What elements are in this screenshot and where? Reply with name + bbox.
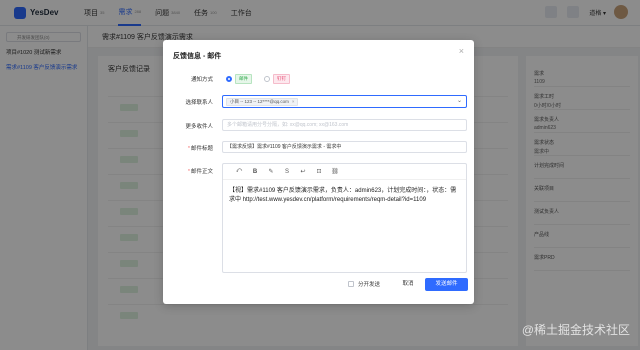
email-feedback-dialog: 反馈信息 - 邮件 × 通知方式 邮件 钉钉 选择联系人 小目 -- 123 -…: [163, 40, 474, 304]
chevron-down-icon[interactable]: ⌄: [457, 97, 462, 104]
radio-dingtalk[interactable]: [264, 76, 270, 82]
email-tag: 邮件: [235, 74, 252, 84]
send-email-button[interactable]: 发送邮件: [425, 278, 468, 291]
cc-label: 更多收件人: [185, 124, 213, 130]
link-icon[interactable]: ⛓: [327, 168, 343, 175]
notify-label: 通知方式: [190, 77, 213, 83]
editor-content[interactable]: 【视】需求#1109 客户反馈演示需求，负责人：admin623，计划完成时间：…: [223, 180, 466, 205]
editor-toolbar: ⤺ B ✎ S ↩ ⊡ ⛓: [223, 164, 466, 180]
contact-chip: 小目 -- 123 -- 12****@qq.com ×: [226, 98, 299, 106]
dialog-title: 反馈信息 - 邮件: [173, 53, 222, 60]
image-icon[interactable]: ⊡: [311, 168, 327, 175]
watermark: @稀土掘金技术社区: [521, 323, 630, 337]
subject-input[interactable]: 【需求反馈】需求#1109 客户反馈演示需求 - 需求中: [222, 141, 467, 153]
undo-icon[interactable]: ⤺: [231, 168, 247, 175]
subject-label: *邮件标题: [187, 146, 213, 152]
contact-select[interactable]: 小目 -- 123 -- 12****@qq.com × ⌄: [222, 95, 467, 108]
brush-icon[interactable]: ✎: [263, 168, 279, 175]
checkbox-icon[interactable]: [348, 281, 354, 287]
contact-label: 选择联系人: [185, 100, 213, 106]
notify-radio-group: 邮件 钉钉: [226, 74, 302, 84]
bold-icon[interactable]: B: [247, 169, 263, 175]
remove-chip-icon[interactable]: ×: [292, 99, 295, 105]
radio-email[interactable]: [226, 76, 232, 82]
body-editor[interactable]: ⤺ B ✎ S ↩ ⊡ ⛓ 【视】需求#1109 客户反馈演示需求，负责人：ad…: [222, 163, 467, 273]
strikethrough-icon[interactable]: S: [279, 169, 295, 175]
body-label: *邮件正文: [187, 169, 213, 175]
separate-send-checkbox[interactable]: 分开发送: [348, 280, 380, 288]
close-icon[interactable]: ×: [459, 46, 464, 56]
contact-chip-label: 小目 -- 123 -- 12****@qq.com: [230, 99, 289, 104]
cancel-button[interactable]: 取消: [395, 278, 421, 290]
redo-icon[interactable]: ↩: [295, 168, 311, 175]
dingtalk-tag: 钉钉: [273, 74, 290, 84]
separate-send-label: 分开发送: [358, 282, 381, 288]
cc-input[interactable]: 多个邮箱请用分号分隔，如: xx@qq.com; xx@163.com: [222, 119, 467, 131]
